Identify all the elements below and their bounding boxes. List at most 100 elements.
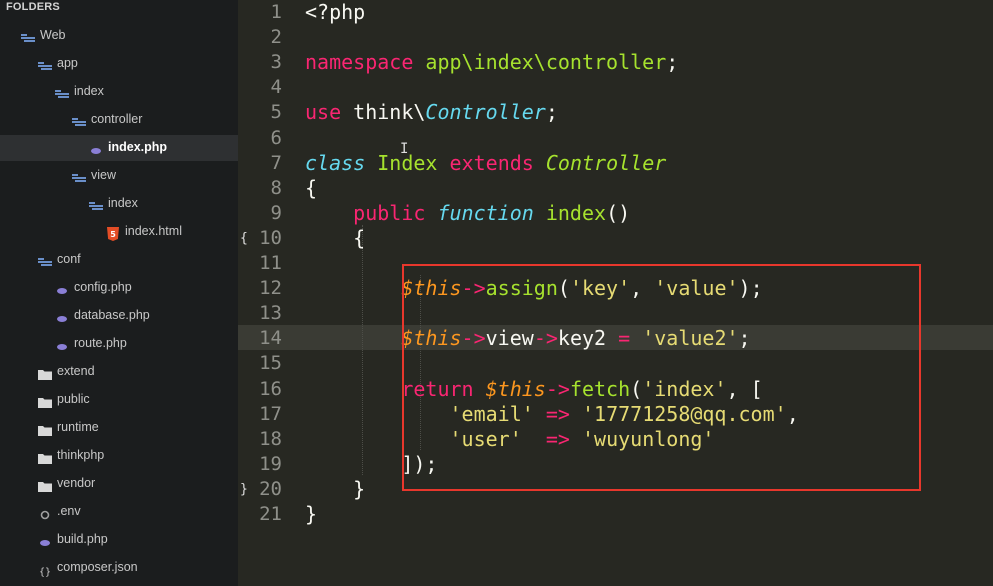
code-token: <?php [305, 0, 366, 24]
php-file-icon [55, 338, 69, 350]
tree-item[interactable]: build.php [0, 527, 238, 553]
line-number: 14 [259, 327, 282, 350]
tree-item[interactable]: thinkphp [0, 443, 238, 469]
open-folder-icon [38, 254, 52, 266]
line-number: 17 [259, 402, 282, 425]
tree-item-label: index.php [108, 140, 168, 154]
tree-item[interactable]: config.php [0, 275, 238, 301]
tree-item[interactable]: .env [0, 499, 238, 525]
code-token: } [305, 502, 318, 526]
code-token: extends [449, 150, 534, 175]
line-number: 1 [270, 1, 282, 23]
code-token: Controller [425, 100, 546, 125]
code-token: ; [545, 100, 558, 125]
line-number: 18 [259, 427, 282, 450]
code-token: { [305, 225, 366, 250]
line-number: 16 [259, 377, 282, 400]
code-line: public function index() [305, 201, 630, 226]
fold-marker-icon[interactable]: { [240, 226, 248, 251]
code-line: use think\Controller; [305, 100, 558, 125]
line-number: 4 [270, 76, 282, 99]
json-file-icon: {} [38, 562, 52, 578]
tree-item-label: controller [91, 112, 143, 126]
php-file-icon [55, 282, 69, 294]
tree-item[interactable]: index [0, 191, 238, 217]
tree-item[interactable]: index.php [0, 135, 238, 161]
code-line: { [305, 176, 317, 201]
tree-item[interactable]: controller [0, 107, 238, 133]
tree-item-label: index [108, 196, 138, 210]
code-token: () [606, 200, 631, 225]
html5-file-icon: 5 [106, 226, 120, 241]
tree-item[interactable]: runtime [0, 415, 238, 441]
tree-item-label: config.php [74, 280, 132, 294]
annotation-box [402, 264, 921, 491]
line-number: 19 [259, 452, 282, 475]
open-folder-icon [72, 170, 86, 182]
file-sidebar: FOLDERS Web app index controller index.php vi… [0, 0, 238, 586]
gear-file-icon [38, 506, 52, 520]
line-number: 12 [259, 277, 282, 300]
open-folder-icon [21, 30, 35, 42]
tree-item-label: runtime [57, 420, 99, 434]
sidebar-title: FOLDERS [6, 1, 60, 13]
code-line: namespace app\index\controller; [305, 50, 678, 75]
line-number: 3 [270, 51, 282, 74]
tree-item[interactable]: database.php [0, 303, 238, 329]
code-token: { [305, 175, 318, 200]
tree-item[interactable]: Web [0, 23, 238, 49]
code-token: } [305, 476, 366, 501]
tree-item-label: app [57, 56, 78, 70]
code-token: namespace [305, 50, 414, 75]
tree-item[interactable]: route.php [0, 331, 238, 357]
tree-item-label: vendor [57, 476, 96, 490]
tree-item[interactable]: view [0, 163, 238, 189]
svg-text:{}: {} [39, 567, 51, 577]
code-line: class Index extends Controller [305, 151, 666, 176]
line-number: 11 [259, 252, 282, 274]
tree-item-label: index [74, 84, 104, 98]
line-number: 5 [270, 101, 282, 124]
tree-item[interactable]: conf [0, 247, 238, 273]
code-token: index [545, 200, 607, 225]
code-token: use [305, 100, 342, 125]
tree-item[interactable]: vendor [0, 471, 238, 497]
tree-item-label: build.php [57, 532, 108, 546]
folder-icon [38, 478, 52, 492]
folder-icon [38, 366, 52, 380]
tree-item[interactable]: app [0, 51, 238, 77]
tree-item-label: composer.json [57, 560, 138, 574]
tree-item-label: conf [57, 252, 81, 266]
line-number: 2 [270, 26, 282, 49]
line-number: 15 [259, 352, 282, 375]
line-number: 7 [270, 151, 282, 174]
fold-marker-icon[interactable]: } [240, 477, 248, 502]
code-token: think\ [341, 100, 426, 125]
folder-icon [38, 450, 52, 464]
folder-icon [38, 422, 52, 436]
tree-item-label: database.php [74, 308, 150, 322]
code-line: } [305, 502, 317, 527]
svg-text:5: 5 [110, 230, 116, 239]
line-number: 21 [259, 503, 282, 525]
tree-item[interactable]: public [0, 387, 238, 413]
mouse-cursor-icon: Ι [400, 141, 409, 157]
tree-item-label: index.html [125, 224, 182, 238]
code-token: ; [666, 50, 679, 75]
tree-item[interactable]: index [0, 79, 238, 105]
code-token: public [353, 200, 426, 225]
line-number-gutter: 1 2 3 4 5 6 7 8 9 10 11 12 13 14 15 16 17 18 19 20 21{} [238, 0, 290, 586]
tree-item[interactable]: extend [0, 359, 238, 385]
tree-item[interactable]: 5 index.html [0, 219, 238, 245]
php-file-icon [38, 534, 52, 546]
code-line: { [305, 226, 365, 251]
php-file-icon [89, 142, 103, 154]
php-file-icon [55, 310, 69, 322]
tree-item[interactable]: {} composer.json [0, 555, 238, 581]
line-number: 8 [270, 176, 282, 199]
